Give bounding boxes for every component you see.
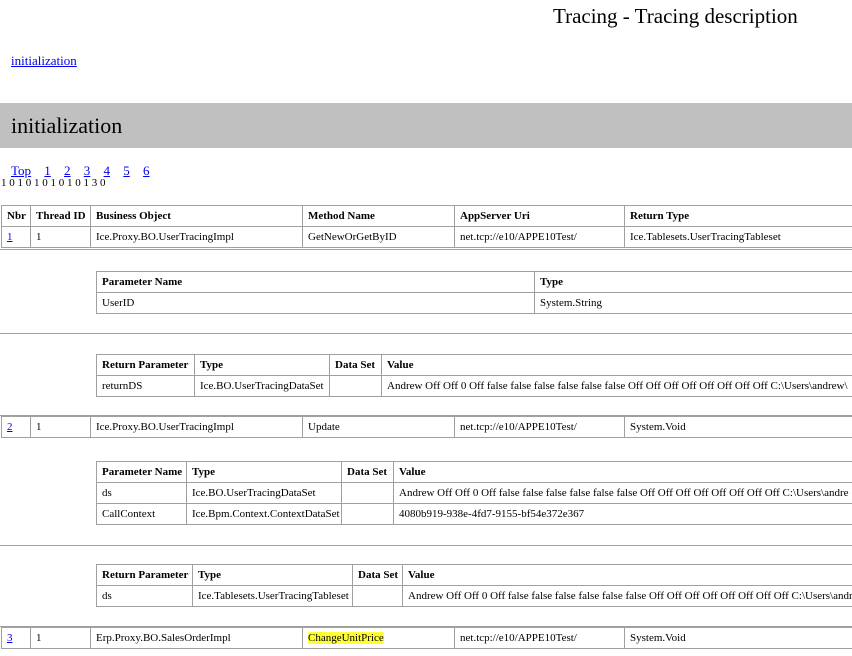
table-row: UserID System.String bbox=[96, 292, 852, 314]
return-param-header: Return Parameter bbox=[96, 354, 195, 376]
col-return-type: Return Type bbox=[624, 205, 852, 227]
return-type-header: Type bbox=[194, 354, 330, 376]
call-link-1[interactable]: 1 bbox=[7, 231, 13, 243]
param-value-header: Value bbox=[393, 461, 852, 483]
param-type: Ice.BO.UserTracingDataSet bbox=[186, 482, 342, 504]
business-object: Ice.Proxy.BO.UserTracingImpl bbox=[90, 416, 303, 438]
param-name: CallContext bbox=[96, 503, 187, 525]
param-type: System.String bbox=[534, 292, 852, 314]
method-name: Update bbox=[302, 416, 455, 438]
return-param-name: ds bbox=[96, 585, 193, 607]
calls-header-row: Nbr Thread ID Business Object Method Nam… bbox=[1, 205, 852, 227]
appserver-uri: net.tcp://e10/APPE10Test/ bbox=[454, 627, 625, 649]
table-row: 3 1 Erp.Proxy.BO.SalesOrderImpl ChangeUn… bbox=[1, 627, 852, 649]
table-row: ds Ice.BO.UserTracingDataSet Andrew Off … bbox=[96, 482, 852, 504]
nav-page-5[interactable]: 5 bbox=[123, 163, 130, 178]
return-type: System.Void bbox=[624, 627, 852, 649]
table-row: CallContext Ice.Bpm.Context.ContextDataS… bbox=[96, 503, 852, 525]
return-type: Ice.Tablesets.UserTracingTableset bbox=[192, 585, 353, 607]
call-link-2[interactable]: 2 bbox=[7, 421, 13, 433]
return-value: Andrew Off Off 0 Off false false false f… bbox=[402, 585, 852, 607]
section-header-band: initialization bbox=[0, 103, 852, 148]
call1-return-table: Return Parameter Type Data Set Value ret… bbox=[96, 354, 852, 397]
table-row: 1 1 Ice.Proxy.BO.UserTracingImpl GetNewO… bbox=[1, 226, 852, 248]
call3-row-table: 3 1 Erp.Proxy.BO.SalesOrderImpl ChangeUn… bbox=[1, 627, 852, 649]
return-dataset-header: Data Set bbox=[329, 354, 382, 376]
appserver-uri: net.tcp://e10/APPE10Test/ bbox=[454, 226, 625, 248]
return-type: Ice.Tablesets.UserTracingTableset bbox=[624, 226, 852, 248]
initialization-link[interactable]: initialization bbox=[11, 53, 77, 69]
nav-page-2[interactable]: 2 bbox=[64, 163, 71, 178]
method-name: ChangeUnitPrice bbox=[302, 627, 455, 649]
return-dataset bbox=[329, 375, 382, 397]
nav-top-link[interactable]: Top bbox=[11, 163, 31, 178]
return-dataset-header: Data Set bbox=[352, 564, 403, 586]
return-value: Andrew Off Off 0 Off false false false f… bbox=[381, 375, 852, 397]
col-appserver-uri: AppServer Uri bbox=[454, 205, 625, 227]
business-object: Ice.Proxy.BO.UserTracingImpl bbox=[90, 226, 303, 248]
call2-return-table: Return Parameter Type Data Set Value ds … bbox=[96, 564, 852, 607]
return-param-name: returnDS bbox=[96, 375, 195, 397]
call-link-3[interactable]: 3 bbox=[7, 632, 13, 644]
param-type: Ice.Bpm.Context.ContextDataSet bbox=[186, 503, 342, 525]
business-object: Erp.Proxy.BO.SalesOrderImpl bbox=[90, 627, 303, 649]
param-value: Andrew Off Off 0 Off false false false f… bbox=[393, 482, 852, 504]
param-value: 4080b919-938e-4fd7-9155-bf54e372e367 bbox=[393, 503, 852, 525]
thread-id: 1 bbox=[30, 627, 91, 649]
param-type-header: Type bbox=[534, 271, 852, 293]
call1-params-table: Parameter Name Type UserID System.String bbox=[96, 271, 852, 314]
param-name: UserID bbox=[96, 292, 535, 314]
appserver-uri: net.tcp://e10/APPE10Test/ bbox=[454, 416, 625, 438]
thread-id: 1 bbox=[30, 416, 91, 438]
param-dataset-header: Data Set bbox=[341, 461, 394, 483]
return-type: Ice.BO.UserTracingDataSet bbox=[194, 375, 330, 397]
param-name: ds bbox=[96, 482, 187, 504]
col-business-object: Business Object bbox=[90, 205, 303, 227]
col-thread-id: Thread ID bbox=[30, 205, 91, 227]
return-dataset bbox=[352, 585, 403, 607]
param-dataset bbox=[341, 503, 394, 525]
table-row: 2 1 Ice.Proxy.BO.UserTracingImpl Update … bbox=[1, 416, 852, 438]
calls-table: Nbr Thread ID Business Object Method Nam… bbox=[1, 205, 852, 248]
nav-counter-text: 1 0 1 0 1 0 1 0 1 0 1 3 0 bbox=[1, 177, 106, 189]
col-nbr: Nbr bbox=[1, 205, 31, 227]
nav-page-4[interactable]: 4 bbox=[104, 163, 111, 178]
param-type-header: Type bbox=[186, 461, 342, 483]
call2-row-table: 2 1 Ice.Proxy.BO.UserTracingImpl Update … bbox=[1, 416, 852, 438]
nav-page-3[interactable]: 3 bbox=[84, 163, 91, 178]
table-row: returnDS Ice.BO.UserTracingDataSet Andre… bbox=[96, 375, 852, 397]
return-param-header: Return Parameter bbox=[96, 564, 193, 586]
return-type-header: Type bbox=[192, 564, 353, 586]
section-header: initialization bbox=[11, 113, 123, 138]
thread-id: 1 bbox=[30, 226, 91, 248]
table-row: ds Ice.Tablesets.UserTracingTableset And… bbox=[96, 585, 852, 607]
return-value-header: Value bbox=[381, 354, 852, 376]
param-name-header: Parameter Name bbox=[96, 271, 535, 293]
return-type: System.Void bbox=[624, 416, 852, 438]
page-title: Tracing - Tracing description bbox=[553, 4, 798, 28]
param-name-header: Parameter Name bbox=[96, 461, 187, 483]
col-method-name: Method Name bbox=[302, 205, 455, 227]
param-dataset bbox=[341, 482, 394, 504]
nav-page-6[interactable]: 6 bbox=[143, 163, 150, 178]
call2-params-table: Parameter Name Type Data Set Value ds Ic… bbox=[96, 461, 852, 525]
return-value-header: Value bbox=[402, 564, 852, 586]
highlighted-method-name: ChangeUnitPrice bbox=[308, 632, 384, 644]
nav-page-1[interactable]: 1 bbox=[44, 163, 51, 178]
method-name: GetNewOrGetByID bbox=[302, 226, 455, 248]
